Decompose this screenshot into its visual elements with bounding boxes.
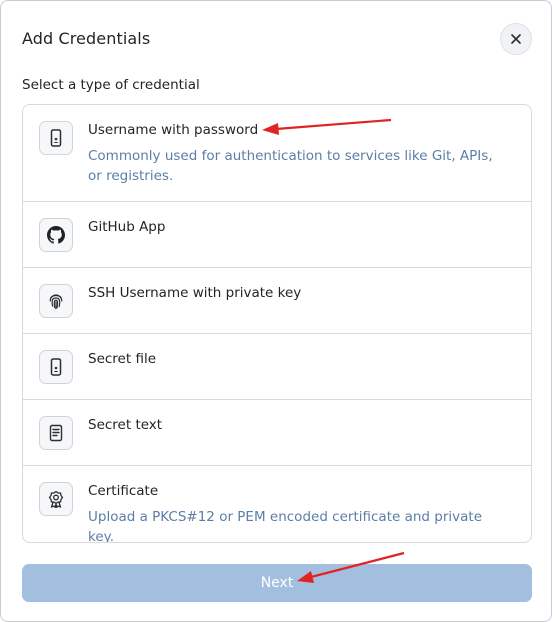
credential-type-list: Username with password Commonly used for…	[22, 104, 532, 543]
mobile-device-icon	[39, 121, 73, 155]
option-title: Username with password	[88, 122, 259, 138]
credential-option-username-password[interactable]: Username with password Commonly used for…	[23, 105, 531, 202]
credential-option-certificate[interactable]: Certificate Upload a PKCS#12 or PEM enco…	[23, 466, 531, 543]
option-title: Secret text	[88, 417, 163, 433]
next-button[interactable]: Next	[22, 564, 532, 602]
close-button[interactable]	[500, 23, 532, 55]
certificate-badge-icon	[39, 482, 73, 516]
credential-option-secret-text[interactable]: Secret text	[23, 400, 531, 466]
section-label: Select a type of credential	[22, 77, 200, 93]
option-title: Certificate	[88, 483, 159, 499]
credential-option-ssh-private-key[interactable]: SSH Username with private key	[23, 268, 531, 334]
option-description: Commonly used for authentication to serv…	[88, 148, 493, 184]
mobile-device-icon	[39, 350, 73, 384]
option-title: Secret file	[88, 351, 157, 367]
close-icon	[511, 34, 521, 44]
github-icon	[39, 218, 73, 252]
credential-option-github-app[interactable]: GitHub App	[23, 202, 531, 268]
dialog-title: Add Credentials	[22, 29, 151, 48]
fingerprint-icon	[39, 284, 73, 318]
option-title: SSH Username with private key	[88, 285, 302, 301]
add-credentials-dialog: Add Credentials Select a type of credent…	[0, 0, 552, 622]
option-description: Upload a PKCS#12 or PEM encoded certific…	[88, 509, 483, 543]
option-title: GitHub App	[88, 219, 166, 235]
credential-option-secret-file[interactable]: Secret file	[23, 334, 531, 400]
document-icon	[39, 416, 73, 450]
